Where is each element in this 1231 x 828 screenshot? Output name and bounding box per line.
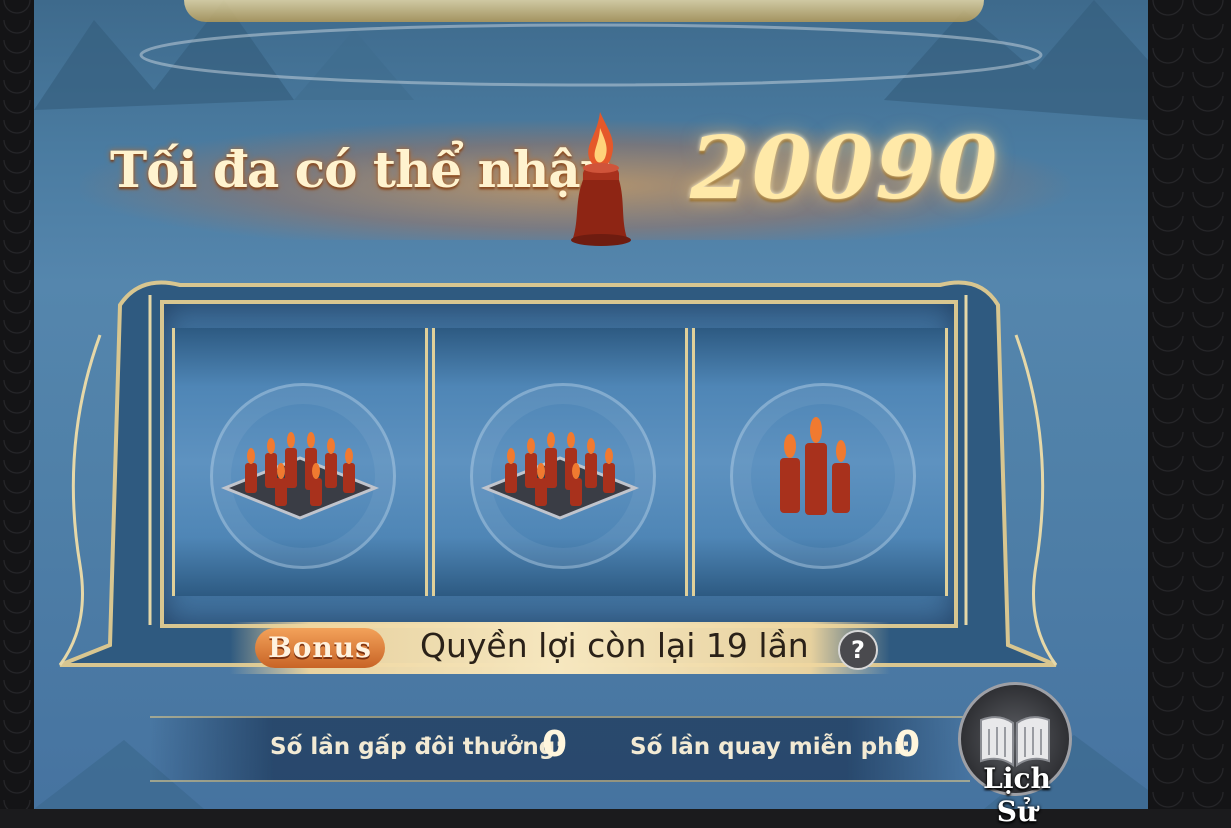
- right-background-pattern: [1148, 0, 1231, 809]
- double-reward-count: 0: [542, 724, 568, 765]
- free-spin-count: 0: [895, 724, 921, 765]
- candle-cluster-icon: [780, 417, 850, 515]
- history-label[interactable]: Lịch Sử: [962, 762, 1072, 828]
- reel-2: [432, 328, 688, 596]
- free-spin-label: Số lần quay miễn phí:: [630, 734, 911, 760]
- candle-tray-large-icon: [220, 432, 380, 520]
- help-icon[interactable]: ?: [838, 630, 878, 670]
- candle-icon: [571, 112, 631, 246]
- candle-tray-large-icon: [480, 432, 640, 520]
- remaining-bonus-text: Quyền lợi còn lại 19 lần: [420, 626, 809, 665]
- bonus-badge: Bonus: [255, 628, 385, 668]
- top-reward-band: [184, 0, 984, 22]
- reel-3: [692, 328, 948, 596]
- max-reward-title: Tối đa có thể nhận: [110, 140, 616, 199]
- max-reward-value: 20090: [690, 118, 1000, 219]
- left-background-pattern: [0, 0, 34, 809]
- double-reward-label: Số lần gấp đôi thưởng:: [270, 734, 565, 760]
- reel-1: [172, 328, 428, 596]
- reel-window: [160, 300, 958, 628]
